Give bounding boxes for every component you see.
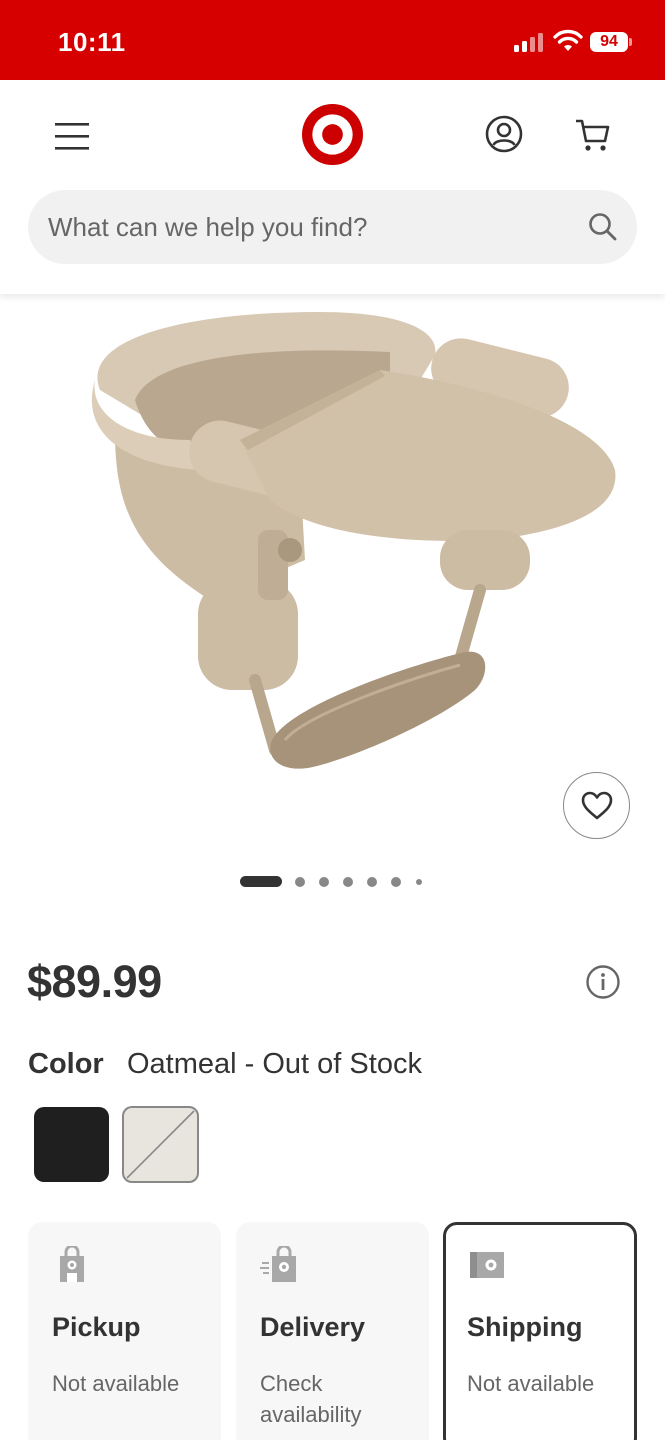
favorite-button[interactable] [563,772,630,839]
app-header: What can we help you find? [0,80,665,294]
hamburger-menu-icon[interactable] [50,118,94,154]
fulfillment-card-shipping[interactable]: Shipping Not available [443,1222,637,1440]
status-bar: 10:11 94 [0,0,665,80]
search-input[interactable]: What can we help you find? [28,190,637,264]
fulfillment-card-delivery[interactable]: Delivery Check availability [236,1222,429,1440]
product-image[interactable] [60,300,630,780]
shipping-box-icon [470,1252,504,1278]
carousel-dot[interactable] [319,877,329,887]
swatch-oatmeal[interactable] [122,1106,199,1183]
wifi-icon [553,29,583,51]
battery-tip [629,38,632,46]
card-subtitle: Not available [467,1371,595,1396]
card-title: Shipping [467,1312,583,1342]
info-icon[interactable] [585,964,621,1000]
target-logo[interactable] [301,103,364,166]
out-of-stock-slash [126,1110,195,1179]
fulfillment-card-pickup[interactable]: Pickup Not available [28,1222,221,1440]
store-pickup-icon [60,1246,84,1282]
swatch-black[interactable] [34,1107,109,1182]
battery-indicator: 94 [590,32,628,52]
same-day-delivery-icon [260,1246,296,1282]
account-icon[interactable] [483,113,525,155]
carousel-dot-active[interactable] [240,876,282,887]
card-title: Delivery [260,1312,366,1342]
search-placeholder: What can we help you find? [48,212,368,242]
cart-icon[interactable] [571,113,615,155]
carousel-dot[interactable] [343,877,353,887]
carousel-dot[interactable] [391,877,401,887]
color-value: Oatmeal - Out of Stock [127,1048,422,1080]
heart-icon [581,791,612,819]
carousel-dot[interactable] [295,877,305,887]
cellular-signal-icon [514,32,546,52]
color-label: Color [28,1048,104,1080]
search-icon[interactable] [586,210,620,244]
carousel-dot[interactable] [416,879,422,885]
carousel-dot[interactable] [367,877,377,887]
card-subtitle: Check availability [260,1371,362,1427]
card-title: Pickup [52,1312,141,1342]
status-time: 10:11 [58,27,126,57]
product-price: $89.99 [27,956,162,1007]
card-subtitle: Not available [52,1371,180,1396]
